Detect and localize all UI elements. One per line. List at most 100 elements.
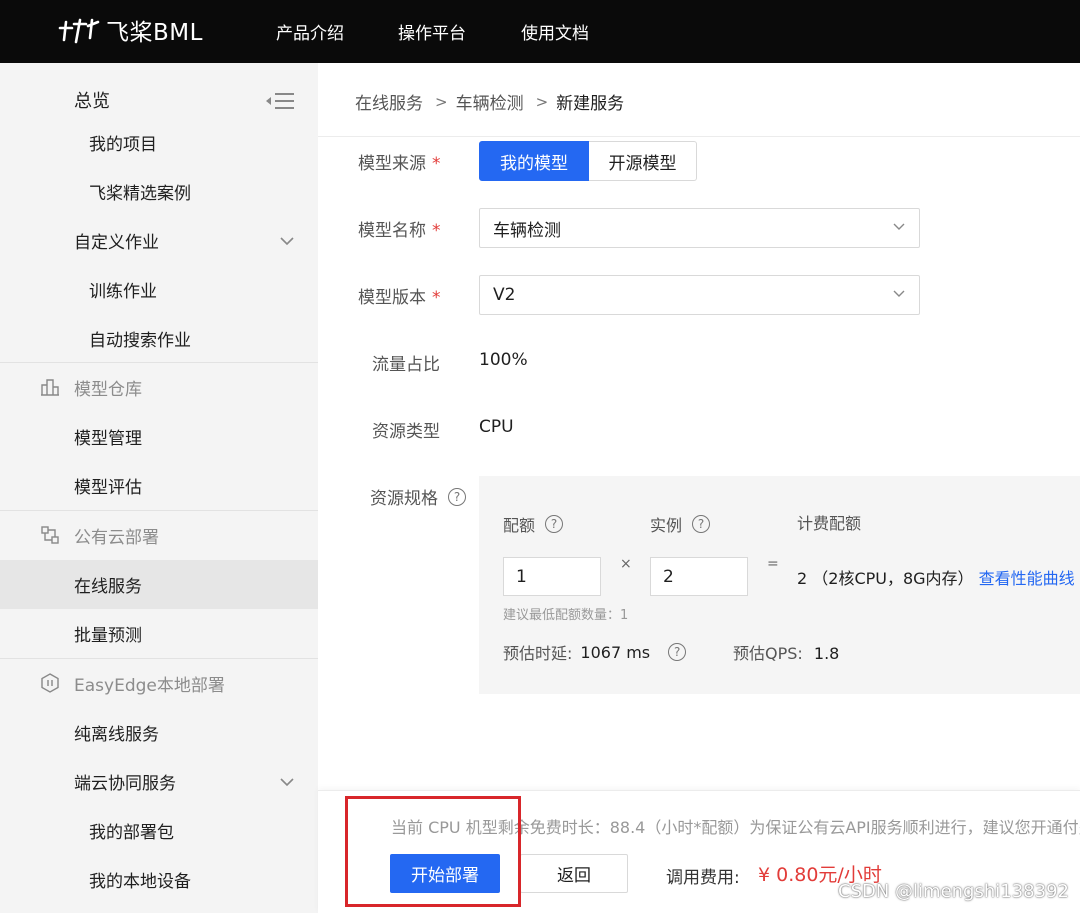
help-icon[interactable]: ? [545, 515, 564, 533]
my-model-option[interactable]: 我的模型 [479, 141, 589, 181]
chevron-down-icon [280, 777, 294, 786]
latency-value: 1067 ms [580, 642, 651, 662]
sidebar-item-label: 模型管理 [74, 429, 142, 449]
sidebar-item-custom-jobs[interactable]: 自定义作业 [0, 216, 318, 265]
hexagon-chip-icon [41, 673, 59, 693]
nav-product-intro[interactable]: 产品介绍 [276, 0, 344, 63]
qps-estimate: 预估QPS: 1.8 [733, 640, 839, 664]
sidebar-group-easyedge: EasyEdge本地部署 [0, 659, 318, 708]
sidebar-item-label: 批量预测 [74, 626, 142, 646]
paddle-logo-icon [58, 18, 100, 44]
breadcrumb-new-service: 新建服务 [556, 94, 625, 114]
chevron-right-icon: > [535, 92, 549, 111]
model-source-label: 模型来源 * [358, 149, 441, 174]
label-text: 资源规格 [370, 489, 438, 509]
model-source-toggle: 我的模型 开源模型 [479, 141, 697, 181]
traffic-ratio-label: 流量占比 [372, 355, 440, 375]
chevron-down-icon [893, 290, 905, 297]
sidebar-item-label: 自定义作业 [74, 233, 159, 253]
sidebar-item-my-packages[interactable]: 我的部署包 [0, 806, 318, 855]
sidebar-item-my-projects[interactable]: 我的项目 [0, 118, 318, 167]
sidebar-item-label: 飞桨精选案例 [89, 184, 191, 204]
sidebar-item-label: 我的项目 [89, 135, 157, 155]
breadcrumb: 在线服务 > 车辆检测 > 新建服务 [355, 89, 625, 115]
building-icon [41, 379, 59, 396]
sidebar-item-label: 自动搜索作业 [89, 331, 191, 351]
main-content: 在线服务 > 车辆检测 > 新建服务 模型来源 * 我的模型 开源模型 模型名称 *… [318, 63, 1080, 913]
sidebar-item-label: 模型评估 [74, 478, 142, 498]
quota-input[interactable]: 1 [503, 557, 601, 596]
quota-label: 配额 ? [503, 512, 564, 536]
equals-sign: = [767, 556, 779, 572]
label-text: 模型来源 [358, 154, 426, 174]
sidebar-item-label: 训练作业 [89, 282, 157, 302]
logo-text: 飞桨BML [106, 20, 203, 46]
help-icon[interactable]: ? [692, 515, 711, 533]
chevron-down-icon [280, 236, 294, 245]
sidebar-item-edge-cloud-service[interactable]: 端云协同服务 [0, 757, 318, 806]
sidebar-item-label: 在线服务 [74, 577, 142, 597]
cloud-deploy-icon [41, 526, 59, 544]
collapse-menu-icon[interactable] [265, 92, 295, 110]
select-value: 车辆检测 [493, 220, 561, 241]
highlight-annotation-box [345, 796, 521, 907]
sidebar-item-my-local-devices[interactable]: 我的本地设备 [0, 855, 318, 904]
sidebar-item-label: 纯离线服务 [74, 725, 159, 745]
label-text: 模型版本 [358, 288, 426, 308]
help-icon[interactable]: ? [668, 643, 687, 661]
open-source-model-option[interactable]: 开源模型 [589, 141, 697, 181]
sidebar-item-model-evaluation[interactable]: 模型评估 [0, 461, 318, 510]
sidebar-item-batch-prediction[interactable]: 批量预测 [0, 609, 318, 658]
nav-operation-platform[interactable]: 操作平台 [398, 0, 466, 63]
model-version-label: 模型版本 * [358, 283, 441, 308]
sidebar-item-featured-cases[interactable]: 飞桨精选案例 [0, 167, 318, 216]
chevron-right-icon: > [435, 92, 448, 111]
sidebar-group-label: 公有云部署 [74, 528, 159, 548]
back-button[interactable]: 返回 [520, 854, 628, 893]
cost-label: 调用费用: [666, 868, 740, 888]
performance-curve-link[interactable]: 查看性能曲线 [979, 569, 1075, 588]
instance-label: 实例 ? [650, 512, 711, 536]
sidebar-item-training-jobs[interactable]: 训练作业 [0, 265, 318, 314]
resource-type-label: 资源类型 [372, 422, 440, 442]
breadcrumb-vehicle-detection[interactable]: 车辆检测 [456, 89, 524, 114]
resource-type-value: CPU [479, 417, 514, 437]
sidebar-item-label: 端云协同服务 [74, 774, 176, 794]
help-icon[interactable]: ? [448, 487, 466, 506]
sidebar-item-online-service[interactable]: 在线服务 [0, 560, 318, 609]
latency-label: 预估时延: [503, 644, 573, 663]
label-text: 配额 [503, 516, 536, 535]
billing-quota-value: 2 （2核CPU，8G内存） 查看性能曲线 [797, 565, 1075, 589]
resource-spec-label: 资源规格 ? [370, 484, 466, 509]
instance-input[interactable]: 2 [650, 557, 748, 596]
logo[interactable]: 飞桨BML [56, 12, 203, 48]
resource-spec-panel: 配额 ? 实例 ? 计费配额 1 × 2 = 2 （2核CPU，8G内存） 查看… [479, 476, 1080, 694]
watermark: CSDN @limengshi138392 [838, 881, 1069, 902]
latency-estimate: 预估时延: 1067 ms ? [503, 640, 687, 664]
sidebar-item-model-management[interactable]: 模型管理 [0, 412, 318, 461]
required-mark: * [432, 154, 441, 174]
model-version-select[interactable]: V2 [479, 275, 920, 315]
billing-value-text: 2 （2核CPU，8G内存） [797, 569, 974, 588]
sidebar: 总览 我的项目 飞桨精选案例 自定义作业 训练作业 自动搜索作业 模型仓库 模型… [0, 63, 318, 913]
nav-documentation[interactable]: 使用文档 [521, 0, 589, 63]
sidebar-group-label: EasyEdge本地部署 [74, 676, 225, 696]
label-text: 实例 [650, 516, 683, 535]
breadcrumb-online-service[interactable]: 在线服务 [355, 89, 423, 114]
traffic-ratio-value: 100% [479, 350, 528, 370]
sidebar-item-auto-search-jobs[interactable]: 自动搜索作业 [0, 314, 318, 363]
chevron-down-icon [893, 223, 905, 230]
sidebar-item-label: 我的部署包 [89, 823, 174, 843]
model-name-select[interactable]: 车辆检测 [479, 208, 920, 248]
sidebar-group-public-cloud: 公有云部署 [0, 511, 318, 560]
multiply-sign: × [620, 556, 632, 572]
sidebar-item-label: 总览 [74, 90, 110, 112]
top-navigation-bar: 飞桨BML 产品介绍 操作平台 使用文档 [0, 0, 1080, 63]
required-mark: * [432, 288, 441, 308]
qps-label: 预估QPS: [733, 644, 803, 663]
breadcrumb-divider [318, 136, 1080, 137]
label-text: 模型名称 [358, 221, 426, 241]
sidebar-item-offline-service[interactable]: 纯离线服务 [0, 708, 318, 757]
billing-quota-label: 计费配额 [797, 514, 862, 533]
sidebar-group-model-repo: 模型仓库 [0, 363, 318, 412]
